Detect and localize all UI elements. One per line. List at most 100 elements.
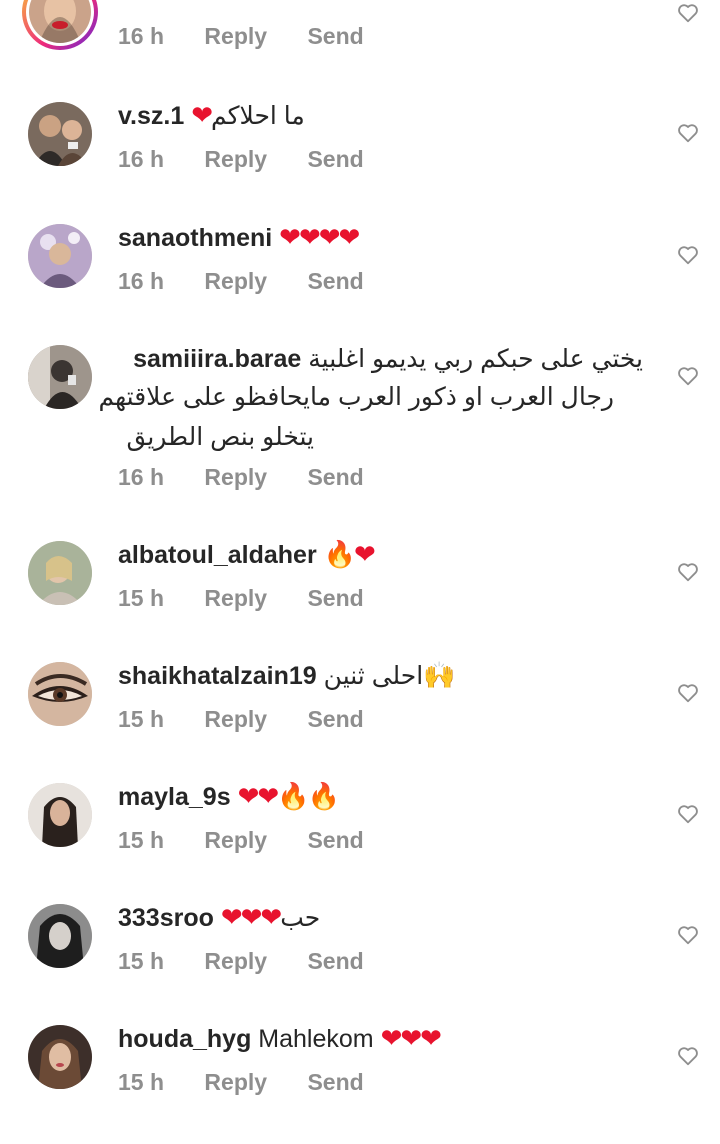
avatar[interactable] [28,662,92,726]
send-button[interactable]: Send [307,268,363,295]
like-button[interactable] [677,803,699,825]
comment-message: احلى ثنين [323,662,424,690]
reply-button[interactable]: Reply [204,23,267,50]
comment-item: يختي على حبكم ربي يديمو اغلبية samiiira.… [0,341,720,511]
username[interactable]: aladaldibi [118,0,233,3]
comments-list: aladaldibi ☺☺☺☺ 16 h Reply Send [0,0,720,1144]
timestamp: 15 h [118,948,165,974]
comment-message: يتخلو بنص الطريق [126,423,314,451]
send-button[interactable]: Send [307,464,363,491]
username[interactable]: houda_hyg [118,1025,251,1053]
fire-emoji: 🔥🔥 [277,782,340,812]
username[interactable]: albatoul_aldaher [118,541,317,569]
send-button[interactable]: Send [307,1069,363,1096]
heart-outline-icon [678,124,698,143]
send-button[interactable]: Send [307,585,363,612]
comment-meta: 15 h Reply Send [118,827,398,854]
avatar[interactable] [22,0,98,50]
username[interactable]: samiiira.barae [133,345,301,373]
reply-button[interactable]: Reply [204,146,267,173]
like-button[interactable] [677,2,699,24]
comment-meta: 15 h Reply Send [118,585,398,612]
comment-meta: 16 h Reply Send [118,23,398,50]
reply-button[interactable]: Reply [204,268,267,295]
comment-meta: 16 h Reply Send [118,146,398,173]
comment-text: albatoul_aldaher 🔥❤ [118,535,658,575]
raised-hands-emoji: 🙌 [423,661,457,691]
reply-button[interactable]: Reply [204,948,267,975]
comment-message: Mahlekom [258,1025,374,1053]
heart-emoji: ❤❤❤ [380,1024,442,1054]
reply-button[interactable]: Reply [204,1069,267,1096]
avatar[interactable] [28,1025,92,1089]
avatar[interactable] [28,783,92,847]
like-button[interactable] [677,561,699,583]
send-button[interactable]: Send [307,948,363,975]
comment-text: mayla_9s ❤❤🔥🔥 [118,777,658,817]
comment-message: رجال العرب او ذكور العرب مايحافظو على عل… [98,383,615,411]
like-button[interactable] [677,1045,699,1067]
reply-button[interactable]: Reply [204,827,267,854]
avatar[interactable] [28,904,92,968]
send-button[interactable]: Send [307,23,363,50]
comment-text-line: يتخلو بنص الطريق [118,417,314,457]
heart-outline-icon [678,684,698,703]
like-button[interactable] [677,122,699,144]
comment-meta: 16 h Reply Send [118,268,398,295]
like-button[interactable] [677,682,699,704]
username[interactable]: mayla_9s [118,783,231,811]
comment-item: houda_hyg Mahlekom ❤❤❤ 15 h Reply Send [0,1021,720,1141]
comment-item: shaikhatalzain19 احلى ثنين🙌 15 h Reply S… [0,658,720,778]
avatar[interactable] [28,102,92,166]
username[interactable]: 333sroo [118,904,214,932]
reply-button[interactable]: Reply [204,585,267,612]
timestamp: 16 h [118,464,165,490]
comment-text: sanaothmeni ❤❤❤❤ [118,218,658,258]
comment-text: 333sroo ❤❤❤حب [118,898,658,938]
send-button[interactable]: Send [307,706,363,733]
comment-item: mayla_9s ❤❤🔥🔥 15 h Reply Send [0,779,720,899]
comment-meta: 16 h Reply Send [118,464,398,491]
comment-message: يختي على حبكم ربي يديمو اغلبية [308,345,643,373]
comment-text: shaikhatalzain19 احلى ثنين🙌 [118,656,658,696]
timestamp: 16 h [118,268,165,294]
username[interactable]: shaikhatalzain19 [118,662,317,690]
comment-item: albatoul_aldaher 🔥❤ 15 h Reply Send [0,537,720,657]
heart-emoji: ❤❤ [237,782,280,812]
heart-emoji: ❤ [191,101,213,131]
avatar[interactable] [28,345,92,409]
send-button[interactable]: Send [307,827,363,854]
comment-message: حب [280,904,321,932]
comment-text-line: رجال العرب او ذكور العرب مايحافظو على عل… [99,377,615,417]
avatar[interactable] [28,224,92,288]
comment-text: يختي على حبكم ربي يديمو اغلبية samiiira.… [118,339,643,379]
heart-outline-icon [678,563,698,582]
timestamp: 15 h [118,827,165,853]
comment-text: houda_hyg Mahlekom ❤❤❤ [118,1019,658,1059]
timestamp: 15 h [118,585,165,611]
like-button[interactable] [677,924,699,946]
heart-outline-icon [678,246,698,265]
like-button[interactable] [677,365,699,387]
heart-outline-icon [678,805,698,824]
heart-emoji: ❤❤❤❤ [279,223,360,253]
comment-item: 333sroo ❤❤❤حب 15 h Reply Send [0,900,720,1020]
avatar[interactable] [28,541,92,605]
comment-item: v.sz.1 ❤ما احلاكم 16 h Reply Send [0,98,720,218]
username[interactable]: sanaothmeni [118,224,272,252]
reply-button[interactable]: Reply [204,706,267,733]
send-button[interactable]: Send [307,146,363,173]
comment-item: sanaothmeni ❤❤❤❤ 16 h Reply Send [0,220,720,340]
username[interactable]: v.sz.1 [118,102,184,130]
heart-emoji: ❤❤❤ [220,903,282,933]
heart-outline-icon [678,4,698,23]
reply-button[interactable]: Reply [204,464,267,491]
heart-outline-icon [678,367,698,386]
comment-text: v.sz.1 ❤ما احلاكم [118,96,658,136]
timestamp: 16 h [118,23,165,49]
heart-outline-icon [678,926,698,945]
timestamp: 15 h [118,1069,165,1095]
like-button[interactable] [677,244,699,266]
comment-meta: 15 h Reply Send [118,706,398,733]
comment-message: ما احلاكم [211,102,305,130]
